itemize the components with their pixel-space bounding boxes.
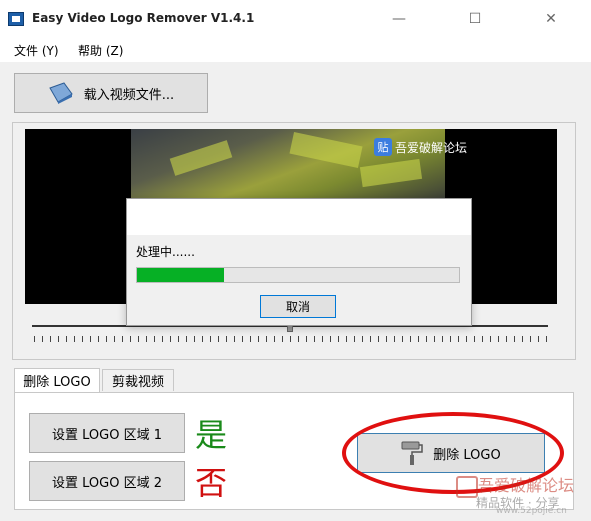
- load-video-label: 载入视频文件...: [83, 87, 175, 103]
- cancel-button[interactable]: 取消: [260, 295, 336, 318]
- paint-roller-icon: [401, 440, 424, 466]
- delete-logo-button[interactable]: 删除 LOGO: [357, 433, 545, 473]
- title-bar: Easy Video Logo Remover V1.4.1 — ☐ ✕: [0, 0, 591, 38]
- corner-watermark-line3: www.52pojie.cn: [496, 506, 567, 516]
- progress-bar: [136, 267, 460, 283]
- app-icon: [8, 12, 24, 26]
- menu-help[interactable]: 帮助 (Z): [78, 42, 123, 59]
- area-1-status: 是: [195, 416, 228, 454]
- menu-bar: 文件 (Y) 帮助 (Z): [0, 38, 591, 62]
- corner-watermark: 吾爱破解论坛 精品软件 · 分享 www.52pojie.cn: [456, 470, 588, 518]
- timeline-ticks: [34, 336, 548, 342]
- minimize-button[interactable]: —: [376, 0, 422, 38]
- load-video-button[interactable]: 载入视频文件...: [14, 73, 208, 113]
- delete-logo-label: 删除 LOGO: [433, 447, 501, 463]
- forum-logo-icon: [456, 476, 478, 498]
- progress-fill: [137, 268, 224, 282]
- progress-dialog: 处理中...... 取消: [126, 198, 472, 326]
- set-logo-area-2-button[interactable]: 设置 LOGO 区域 2: [29, 461, 185, 501]
- book-icon: [48, 82, 74, 104]
- set-logo-area-1-button[interactable]: 设置 LOGO 区域 1: [29, 413, 185, 453]
- watermark-badge: 贴: [374, 138, 392, 156]
- maximize-button[interactable]: ☐: [452, 0, 498, 38]
- progress-label: 处理中......: [136, 245, 195, 259]
- area-2-status: 否: [195, 464, 228, 502]
- tab-delete-logo[interactable]: 删除 LOGO: [14, 368, 100, 392]
- tab-crop-video[interactable]: 剪裁视频: [102, 369, 174, 391]
- close-button[interactable]: ✕: [528, 0, 574, 38]
- video-watermark: 贴 吾爱破解论坛: [374, 138, 467, 156]
- menu-file[interactable]: 文件 (Y): [14, 42, 59, 59]
- watermark-text: 吾爱破解论坛: [395, 140, 468, 155]
- window-title: Easy Video Logo Remover V1.4.1: [32, 11, 255, 25]
- corner-watermark-line1: 吾爱破解论坛: [478, 476, 575, 495]
